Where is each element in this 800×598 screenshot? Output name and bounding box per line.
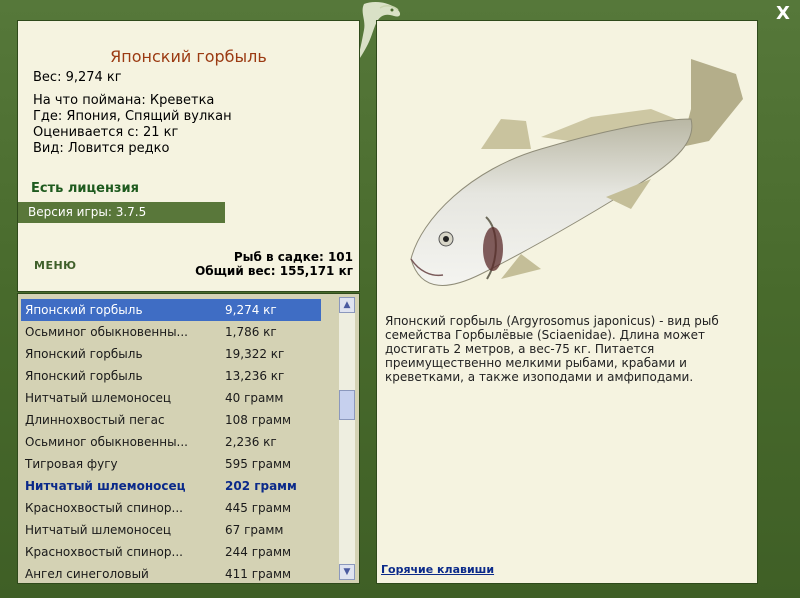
fish-location: Где: Япония, Спящий вулкан [33, 109, 232, 124]
fish-in-net-count: Рыб в садке: 101 [233, 250, 353, 264]
list-item[interactable]: Ангел синеголовый 411 грамм [21, 563, 321, 583]
list-item[interactable]: Краснохвостый спинор... 244 грамм [21, 541, 321, 563]
list-item-weight: 108 грамм [225, 413, 292, 427]
catch-list: Японский горбыль 9,274 кг Осьминог обыкнов… [17, 293, 360, 584]
list-item[interactable]: Краснохвостый спинор... 445 грамм [21, 497, 321, 519]
list-item[interactable]: Японский горбыль 19,322 кг [21, 343, 321, 365]
list-item-name: Нитчатый шлемоносец [25, 391, 172, 405]
scroll-thumb[interactable] [339, 390, 355, 420]
game-frame: X Японский горбыль Вес: 9,274 кг На что … [0, 0, 800, 598]
list-item-name: Нитчатый шлемоносец [25, 523, 172, 537]
list-item-weight: 67 грамм [225, 523, 284, 537]
list-item-name: Краснохвостый спинор... [25, 501, 183, 515]
menu-button[interactable]: МЕНЮ [34, 259, 77, 272]
list-item-weight: 445 грамм [225, 501, 292, 515]
fish-info-panel: Японский горбыль Вес: 9,274 кг На что по… [17, 20, 360, 292]
list-item-weight: 19,322 кг [225, 347, 285, 361]
list-item[interactable]: Осьминог обыкновенны... 1,786 кг [21, 321, 321, 343]
total-weight: Общий вес: 155,171 кг [195, 264, 353, 278]
list-item[interactable]: Длиннохвостый пегас 108 грамм [21, 409, 321, 431]
list-item-name: Длиннохвостый пегас [25, 413, 165, 427]
list-item[interactable]: Японский горбыль 9,274 кг [21, 299, 321, 321]
list-item-name: Тигровая фугу [25, 457, 118, 471]
list-item-weight: 40 грамм [225, 391, 284, 405]
hotkeys-link[interactable]: Горячие клавиши [381, 563, 494, 576]
list-item-weight: 595 грамм [225, 457, 292, 471]
scroll-down-button[interactable]: ▼ [339, 564, 355, 580]
list-item[interactable]: Тигровая фугу 595 грамм [21, 453, 321, 475]
list-item-name: Краснохвостый спинор... [25, 545, 183, 559]
fish-species: Вид: Ловится редко [33, 141, 170, 156]
list-item-name: Осьминог обыкновенны... [25, 435, 188, 449]
fish-details: На что поймана: Креветка Где: Япония, Сп… [33, 93, 232, 157]
list-item-name: Нитчатый шлемоносец [25, 479, 186, 493]
list-item[interactable]: Нитчатый шлемоносец 40 грамм [21, 387, 321, 409]
fish-description-panel: Японский горбыль (Argyrosomus japonicus)… [376, 20, 758, 584]
list-scrollbar[interactable]: ▲ ▼ [339, 297, 355, 580]
fish-bait: На что поймана: Креветка [33, 93, 215, 108]
list-item[interactable]: Осьминог обыкновенны... 2,236 кг [21, 431, 321, 453]
fish-weight: Вес: 9,274 кг [33, 70, 122, 85]
close-icon: X [776, 3, 790, 24]
list-item-weight: 2,236 кг [225, 435, 277, 449]
list-item-weight: 202 грамм [225, 479, 297, 493]
list-item-name: Японский горбыль [25, 347, 143, 361]
fish-image [410, 59, 743, 286]
list-item-name: Японский горбыль [25, 303, 143, 317]
fish-description: Японский горбыль (Argyrosomus japonicus)… [385, 314, 719, 384]
scroll-up-button[interactable]: ▲ [339, 297, 355, 313]
list-item-name: Ангел синеголовый [25, 567, 149, 581]
chevron-up-icon: ▲ [343, 300, 351, 310]
list-item-name: Японский горбыль [25, 369, 143, 383]
catch-stats: Рыб в садке: 101 Общий вес: 155,171 кг [195, 250, 353, 278]
game-version: Версия игры: 3.7.5 [18, 202, 225, 223]
list-item-weight: 244 грамм [225, 545, 292, 559]
list-item-name: Осьминог обыкновенны... [25, 325, 188, 339]
close-button[interactable]: X [773, 4, 793, 24]
list-item-weight: 9,274 кг [225, 303, 277, 317]
list-item[interactable]: Японский горбыль 13,236 кг [21, 365, 321, 387]
list-item-weight: 1,786 кг [225, 325, 277, 339]
chevron-down-icon: ▼ [343, 567, 351, 577]
fish-title: Японский горбыль [110, 47, 267, 66]
license-status: Есть лицензия [31, 181, 139, 196]
fish-valued-from: Оценивается с: 21 кг [33, 125, 179, 140]
list-item-weight: 411 грамм [225, 567, 292, 581]
list-item[interactable]: Нитчатый шлемоносец 202 грамм [21, 475, 321, 497]
list-item-weight: 13,236 кг [225, 369, 285, 383]
list-item[interactable]: Нитчатый шлемоносец 67 грамм [21, 519, 321, 541]
